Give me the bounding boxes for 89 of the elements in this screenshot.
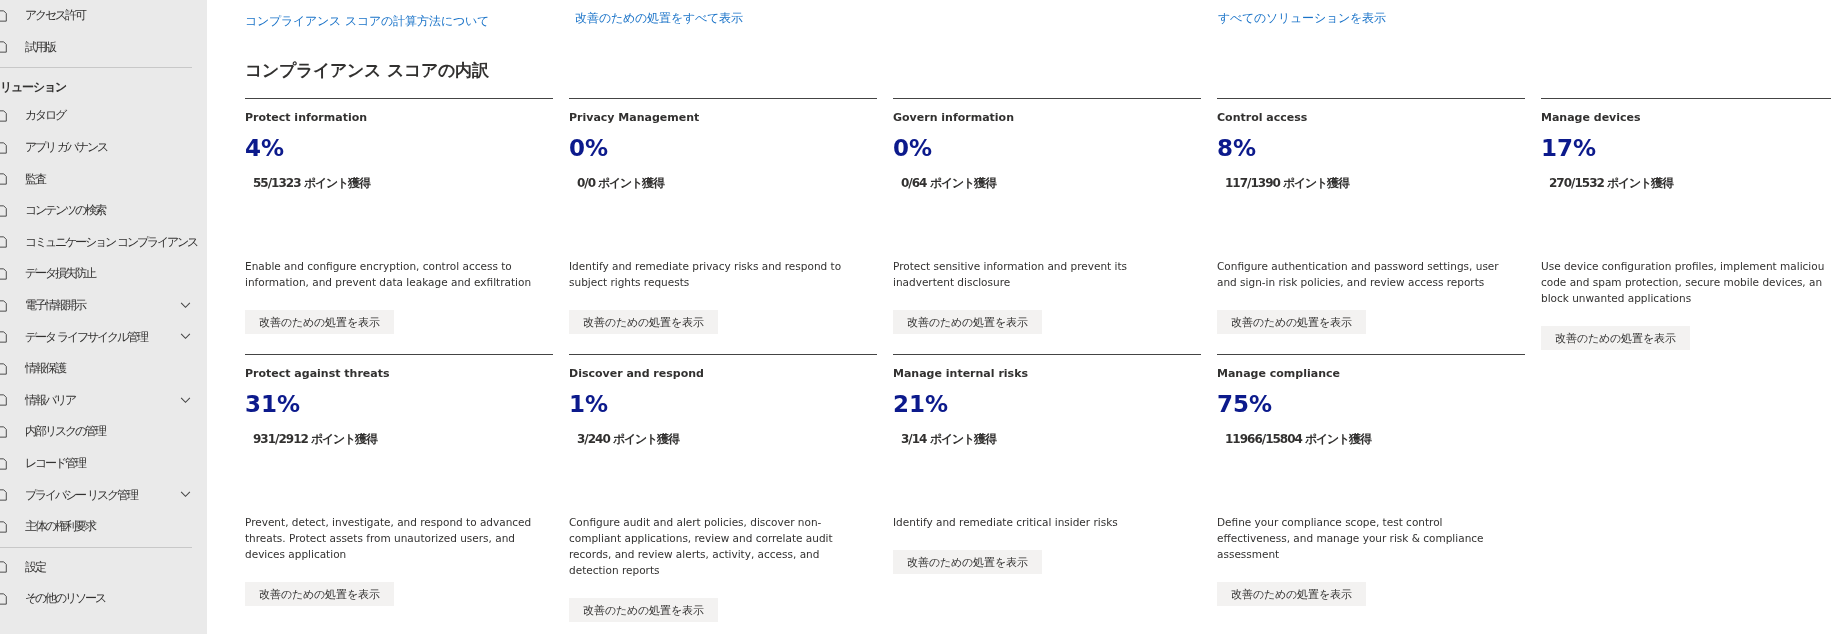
document-icon [0,41,8,54]
card-title: Manage internal risks [893,367,1029,381]
nav-item[interactable]: 主体の権利要求 [0,510,207,543]
score-percent: 4% [245,134,286,163]
view-actions-button[interactable]: 改善のための処置を表示 [893,310,1042,334]
nav-item[interactable]: データ ライフサイクル管理 [0,321,207,353]
card-title: Govern information [893,111,1015,125]
document-icon [0,425,8,438]
points-label: 0/64 ポイント獲得 [901,177,998,189]
card-title: Manage compliance [1217,367,1341,381]
view-actions-button[interactable]: 改善のための処置を表示 [569,310,718,334]
view-actions-button[interactable]: 改善のための処置を表示 [569,598,718,622]
document-icon [0,520,8,533]
score-percent: 0% [893,134,934,163]
score-percent: 21% [893,390,950,419]
document-icon [0,331,8,344]
view-actions-button[interactable]: 改善のための処置を表示 [893,550,1042,574]
document-icon [0,141,8,154]
card-title: Protect information [245,111,369,125]
score-percent: 8% [1217,134,1258,163]
nav-item[interactable]: 試用版 [0,31,207,64]
card-description: Identify and remediate privacy risks and respond to subject rights requests [569,259,843,290]
nav-item[interactable]: 電子情報開示 [0,289,207,322]
document-icon [0,362,8,375]
card-description: Enable and configure encryption, control access to information, and prevent data leakage and exfiltration [245,259,533,290]
card-title: Manage devices [1541,111,1642,125]
nav-item[interactable]: 内部リスクの管理 [0,416,207,448]
card-description: Configure audit and alert policies, discover non- compliant applications, review and correlate audit records, and review alerts, activity, access, and detection reports [569,515,834,578]
nav-item[interactable]: プライバシー リスク管理 [0,479,207,511]
nav-item[interactable]: レコード管理 [0,447,207,480]
section-heading: コンプライアンス スコアの内訳 [245,59,490,82]
nav-item[interactable]: データ損失防止 [0,258,207,290]
card-description: Define your compliance scope, test control effectiveness, and manage your risk & compliance assessment [1217,515,1485,562]
nav-item[interactable]: コンテンツの検索 [0,194,207,227]
points-label: 270/1532 ポイント獲得 [1549,177,1675,189]
document-icon [0,173,8,186]
document-icon [0,267,8,280]
link[interactable]: コンプライアンス スコアの計算方法について [245,13,489,30]
link[interactable]: すべてのソリューションを表示 [1218,10,1386,27]
view-actions-button[interactable]: 改善のための処置を表示 [245,310,394,334]
score-percent: 1% [569,390,610,419]
document-icon [0,204,8,217]
nav-item[interactable]: 監査 [0,163,207,195]
card-description: Configure authentication and password settings, user and sign-in risk policies, and review access reports [1217,259,1500,290]
card-description: Use device configuration profiles, implement maliciou code and spam protection, secure mobile devices, an block unwanted applications [1541,259,1826,306]
points-label: 3/14 ポイント獲得 [901,433,998,445]
nav-item[interactable]: 設定 [0,551,207,584]
points-label: 3/240 ポイント獲得 [577,433,681,445]
nav-item[interactable]: コミュニケーション コンプライアンス [0,226,207,259]
chevron-down-icon [180,491,191,499]
card-description: Identify and remediate critical insider risks [893,515,1119,530]
document-icon [0,489,8,502]
document-icon [0,299,8,312]
score-percent: 31% [245,390,302,419]
section-title: リューション [0,79,67,97]
view-actions-button[interactable]: 改善のための処置を表示 [245,582,394,606]
document-icon [0,561,8,574]
card-title: Control access [1217,111,1309,125]
nav-item[interactable]: アクセス許可 [0,0,207,32]
points-label: 55/1323 ポイント獲得 [253,177,372,189]
document-icon [0,592,8,605]
nav-item[interactable]: その他のリソース [0,583,207,615]
points-label: 0/0 ポイント獲得 [577,177,666,189]
document-icon [0,9,8,22]
points-label: 117/1390 ポイント獲得 [1225,177,1351,189]
card-title: Discover and respond [569,367,705,381]
chevron-down-icon [180,333,191,341]
points-label: 11966/15804 ポイント獲得 [1225,433,1373,445]
chevron-down-icon [180,301,191,309]
card-title: Protect against threats [245,367,391,381]
score-percent: 17% [1541,134,1598,163]
card-description: Prevent, detect, investigate, and respond to advanced threats. Protect assets from unautorized users, and devices application [245,515,533,562]
nav-item[interactable]: 情報保護 [0,352,207,385]
view-actions-button[interactable]: 改善のための処置を表示 [1541,326,1690,350]
document-icon [0,394,8,407]
score-percent: 0% [569,134,610,163]
chevron-down-icon [180,396,191,404]
document-icon [0,236,8,249]
card-description: Protect sensitive information and prevent its inadvertent disclosure [893,259,1128,290]
nav-item[interactable]: カタログ [0,100,207,132]
points-label: 931/2912 ポイント獲得 [253,433,379,445]
card-title: Privacy Management [569,111,701,125]
nav-item[interactable]: アプリ ガバナンス [0,131,207,164]
nav-item[interactable]: 情報バリア [0,384,207,417]
link[interactable]: 改善のための処置をすべて表示 [575,10,743,27]
view-actions-button[interactable]: 改善のための処置を表示 [1217,310,1366,334]
score-percent: 75% [1217,390,1274,419]
document-icon [0,457,8,470]
view-actions-button[interactable]: 改善のための処置を表示 [1217,582,1366,606]
